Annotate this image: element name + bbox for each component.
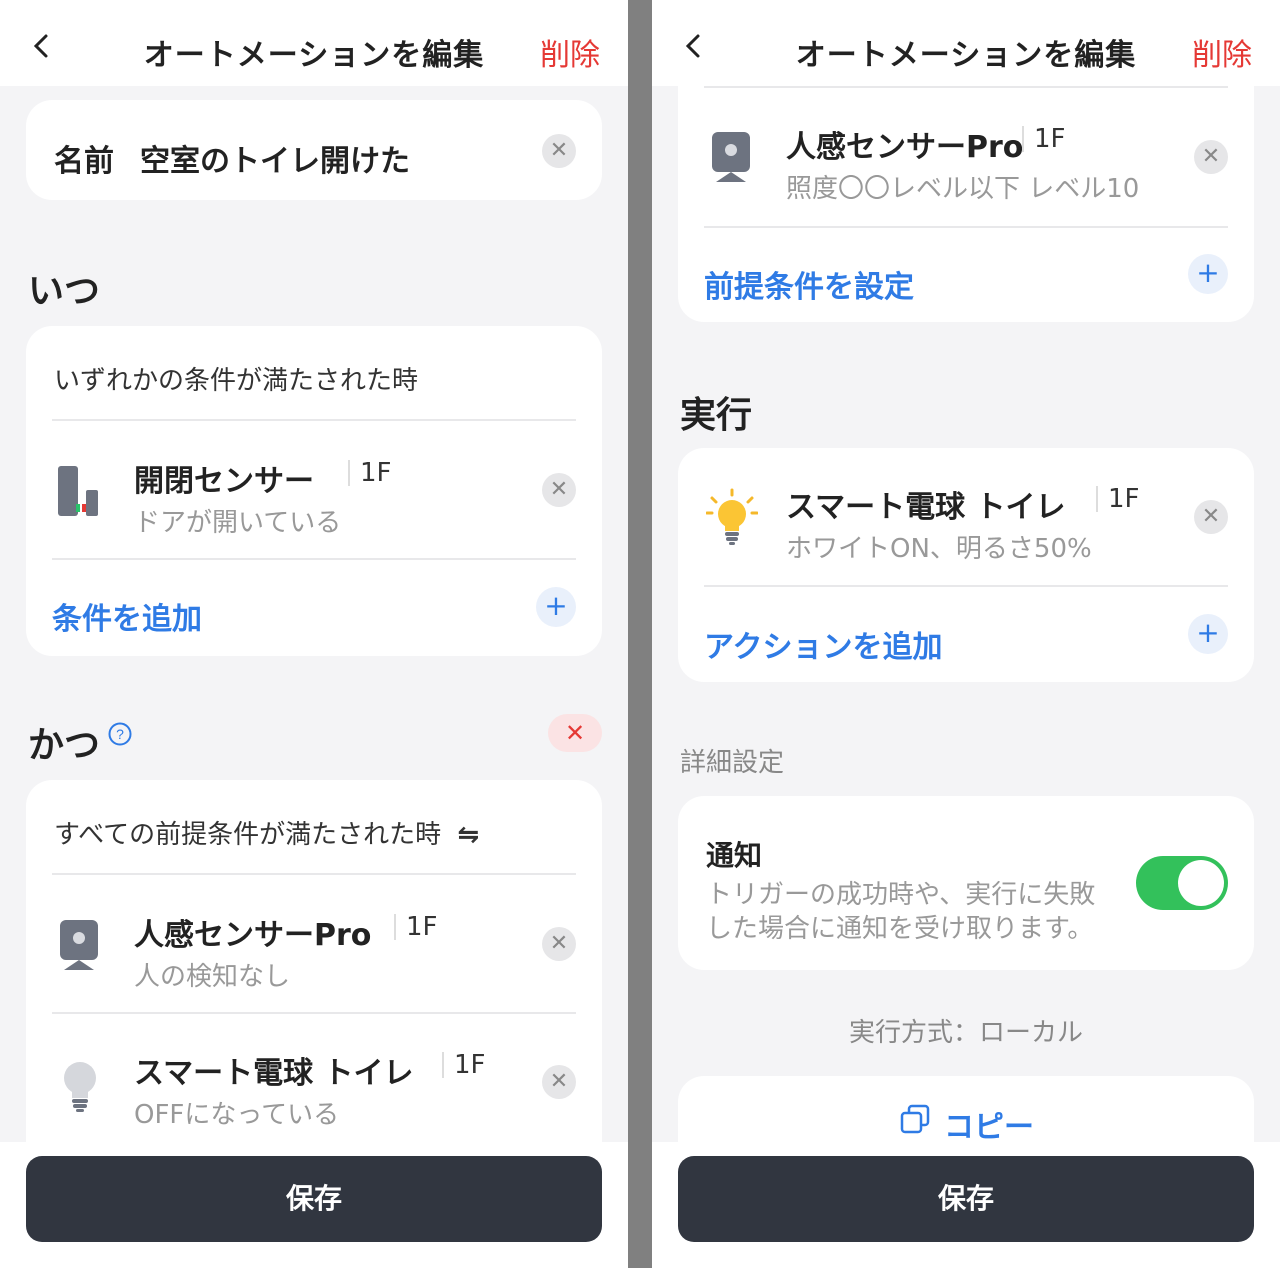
add-action-button[interactable]: アクションを追加: [704, 622, 943, 666]
remove-and-section-icon[interactable]: ✕: [548, 714, 602, 752]
notify-desc-line1: トリガーの成功時や、実行に失敗: [706, 880, 1096, 910]
add-precondition-plus-icon[interactable]: +: [1188, 254, 1228, 294]
name-label: 名前: [54, 144, 114, 179]
delete-button[interactable]: 削除: [1192, 30, 1252, 74]
bulb-on-icon: [706, 488, 758, 545]
header: オートメーションを編集 削除: [652, 0, 1280, 86]
page-title: オートメーションを編集: [795, 38, 1137, 73]
page-title: オートメーションを編集: [143, 38, 485, 73]
left-screen: オートメーションを編集 削除 名前 空室のトイレ開けた ✕ いつ いずれかの条件…: [0, 0, 628, 1268]
motion-sensor-icon: [60, 920, 98, 970]
notification-card: 通知 トリガーの成功時や、実行に失敗 した場合に通知を受け取ります。: [678, 796, 1254, 970]
remove-item-icon[interactable]: ✕: [1194, 500, 1228, 534]
divider: [704, 86, 1228, 88]
add-condition-plus-icon[interactable]: +: [536, 587, 576, 627]
item-floor: 1F: [348, 460, 392, 486]
action-card: スマート電球 トイレ 1F ホワイトON、明るさ50% ✕ アクションを追加 +: [678, 448, 1254, 682]
notify-desc-line2: した場合に通知を受け取ります。: [706, 914, 1094, 944]
item-name: スマート電球 トイレ: [134, 1056, 414, 1091]
remove-item-icon[interactable]: ✕: [542, 473, 576, 507]
swap-icon: ⇋: [457, 820, 480, 850]
when-section-title: いつ: [28, 271, 101, 312]
item-floor: 1F: [442, 1052, 486, 1078]
item-subtitle: ホワイトON、明るさ50%: [786, 534, 1092, 564]
divider: [704, 226, 1228, 228]
header: オートメーションを編集 削除: [0, 0, 628, 86]
item-floor: 1F: [1022, 126, 1066, 152]
save-bar: 保存: [652, 1142, 1280, 1268]
and-section-title: かつ: [28, 725, 101, 766]
bulb-off-icon: [64, 1062, 96, 1112]
clear-name-icon[interactable]: ✕: [542, 134, 576, 168]
svg-text:?: ?: [116, 726, 124, 742]
save-button[interactable]: 保存: [678, 1156, 1254, 1242]
notify-title: 通知: [706, 839, 763, 872]
motion-sensor-icon: [712, 132, 750, 182]
advanced-settings-title: 詳細設定: [680, 748, 785, 778]
run-section-title: 実行: [680, 395, 753, 436]
item-name: 人感センサーPro: [134, 918, 372, 953]
name-value[interactable]: 空室のトイレ開けた: [140, 136, 410, 180]
contact-sensor-icon: [58, 466, 98, 516]
divider: [52, 558, 576, 560]
item-subtitle: 照度〇〇レベル以下 レベル10: [786, 174, 1140, 204]
exec-mode-text: 実行方式：ローカル: [848, 1018, 1083, 1048]
save-bar: 保存: [0, 1142, 628, 1268]
and-condition-mode[interactable]: すべての前提条件が満たされた時 ⇋: [54, 814, 479, 851]
when-card: いずれかの条件が満たされた時 開閉センサー 1F ドアが開いている ✕ 条件を追…: [26, 326, 602, 656]
item-name: スマート電球 トイレ: [786, 490, 1066, 525]
help-icon[interactable]: ?: [108, 722, 132, 746]
remove-item-icon[interactable]: ✕: [542, 927, 576, 961]
remove-item-icon[interactable]: ✕: [1194, 140, 1228, 174]
when-condition-mode[interactable]: いずれかの条件が満たされた時: [54, 360, 418, 397]
item-subtitle: 人の検知なし: [134, 962, 291, 992]
save-button[interactable]: 保存: [26, 1156, 602, 1242]
divider: [704, 585, 1228, 587]
set-precondition-button[interactable]: 前提条件を設定: [704, 262, 914, 306]
item-floor: 1F: [1096, 486, 1140, 512]
item-name: 人感センサーPro: [786, 130, 1024, 165]
item-floor: 1F: [394, 914, 438, 940]
toggle-knob: [1178, 860, 1224, 906]
delete-button[interactable]: 削除: [540, 30, 600, 74]
item-subtitle: ドアが開いている: [134, 508, 342, 538]
name-card[interactable]: 名前 空室のトイレ開けた ✕: [26, 100, 602, 200]
divider: [52, 1012, 576, 1014]
right-screen: オートメーションを編集 削除 人感センサーPro 1F 照度〇〇レベル以下 レベ…: [652, 0, 1280, 1268]
and-condition-text: すべての前提条件が満たされた時: [54, 820, 442, 850]
item-subtitle: OFFになっている: [134, 1100, 340, 1130]
copy-icon: [900, 1104, 930, 1134]
add-condition-button[interactable]: 条件を追加: [52, 594, 202, 638]
divider: [52, 419, 576, 421]
notify-toggle[interactable]: [1136, 856, 1228, 910]
remove-item-icon[interactable]: ✕: [542, 1065, 576, 1099]
copy-button[interactable]: コピー: [944, 1102, 1034, 1146]
divider: [52, 873, 576, 875]
add-action-plus-icon[interactable]: +: [1188, 614, 1228, 654]
item-name: 開閉センサー: [134, 464, 314, 499]
